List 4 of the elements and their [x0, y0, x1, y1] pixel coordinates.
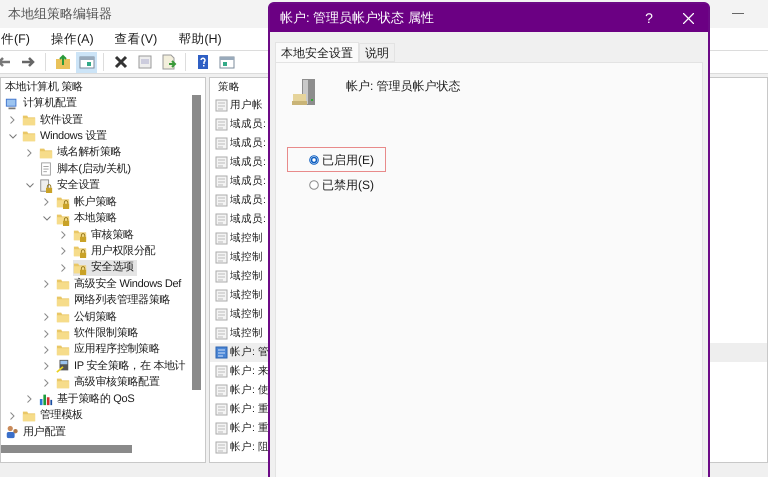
window-title: 本地组策略编辑器: [8, 5, 112, 24]
setting-name: 帐户: 管理员帐户状态: [346, 78, 461, 95]
tree-header: 本地计算机 策略: [4, 80, 84, 95]
dialog-title: 帐户: 管理员帐户状态 属性: [280, 9, 434, 28]
